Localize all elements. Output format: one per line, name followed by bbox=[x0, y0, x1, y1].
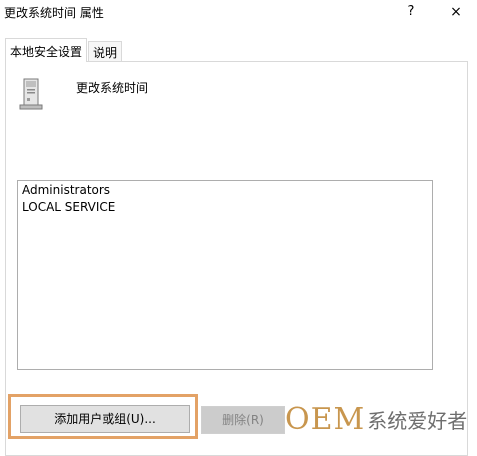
watermark-text: 系统爱好者 bbox=[367, 409, 468, 433]
list-item[interactable]: LOCAL SERVICE bbox=[22, 200, 115, 214]
remove-button[interactable]: 删除(R) bbox=[201, 406, 285, 434]
watermark-brand: OEM bbox=[285, 402, 366, 437]
computer-tower-icon bbox=[19, 78, 43, 110]
tab-local-security-setting[interactable]: 本地安全设置 bbox=[5, 38, 88, 62]
members-list[interactable]: Administrators LOCAL SERVICE bbox=[17, 180, 433, 370]
help-button[interactable]: ? bbox=[400, 0, 422, 24]
policy-name: 更改系统时间 bbox=[76, 81, 149, 95]
watermark: OEM 系统爱好者 bbox=[285, 402, 467, 437]
tab-explain[interactable]: 说明 bbox=[88, 41, 123, 61]
list-item[interactable]: Administrators bbox=[22, 183, 110, 197]
window-title: 更改系统时间 属性 bbox=[4, 6, 104, 20]
add-user-or-group-button[interactable]: 添加用户或组(U)... bbox=[20, 405, 190, 433]
close-button[interactable]: × bbox=[444, 0, 468, 24]
title-bar: 更改系统时间 属性 ? × bbox=[0, 0, 477, 28]
